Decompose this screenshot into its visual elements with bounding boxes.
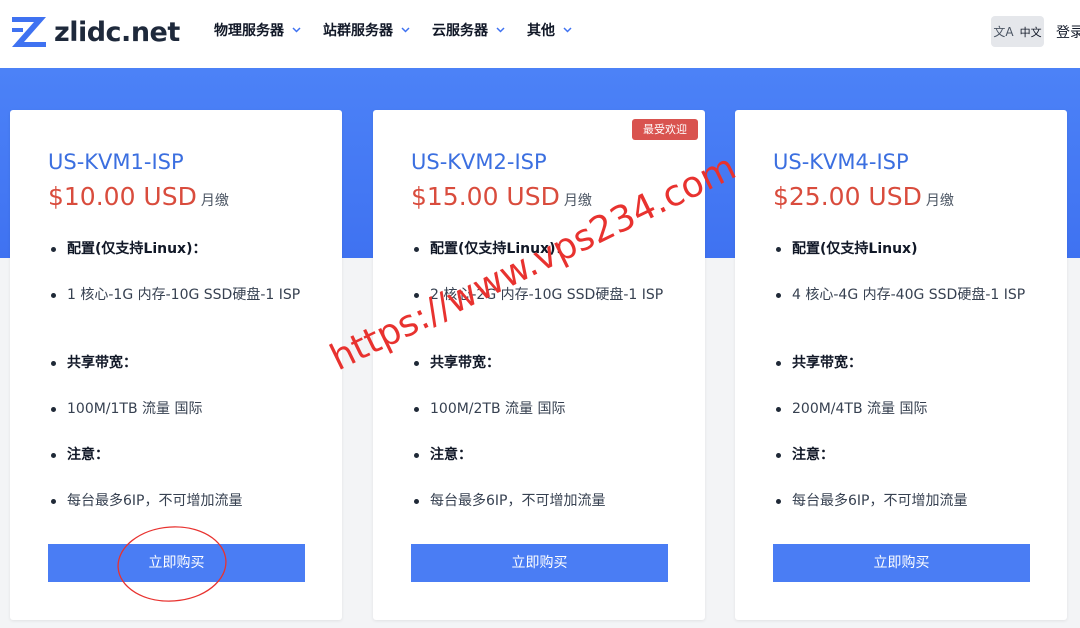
- plan-title: US-KVM1-ISP: [48, 150, 184, 174]
- plan-card-kvm1: US-KVM1-ISP $10.00 USD 月缴 配置(仅支持Linux)： 1…: [10, 110, 342, 620]
- plan-card-kvm2: 最受欢迎 US-KVM2-ISP $15.00 USD 月缴 配置(仅支持Linu…: [373, 110, 705, 620]
- top-navbar: zlidc.net 物理服务器 站群服务器 云服务器 其他 文A 中文 登录: [0, 0, 1080, 68]
- feature-item: 100M/1TB 流量 国际: [48, 398, 307, 421]
- feature-heading: 配置(仅支持Linux)：: [411, 238, 670, 261]
- buy-now-button[interactable]: 立即购买: [773, 544, 1030, 582]
- feature-item: 100M/2TB 流量 国际: [411, 398, 670, 421]
- price-amount: $15.00 USD: [411, 182, 560, 211]
- translate-icon: 文A: [993, 25, 1014, 39]
- login-link[interactable]: 登录: [1056, 22, 1080, 42]
- nav-other[interactable]: 其他: [527, 20, 572, 40]
- plan-price: $10.00 USD 月缴: [48, 182, 229, 211]
- feature-heading: 共享带宽：: [48, 352, 307, 375]
- feature-heading: 共享带宽：: [773, 352, 1032, 375]
- feature-item: 每台最多6IP，不可增加流量: [773, 490, 1032, 513]
- price-amount: $10.00 USD: [48, 182, 197, 211]
- popular-badge: 最受欢迎: [632, 119, 698, 140]
- main-nav: 物理服务器 站群服务器 云服务器 其他: [214, 20, 594, 40]
- buy-now-button[interactable]: 立即购买: [48, 544, 305, 582]
- plan-title: US-KVM2-ISP: [411, 150, 547, 174]
- buy-now-button[interactable]: 立即购买: [411, 544, 668, 582]
- feature-heading: 配置(仅支持Linux)：: [48, 238, 307, 261]
- price-period: 月缴: [925, 193, 954, 209]
- logo-text: zlidc.net: [54, 16, 180, 48]
- feature-heading: 共享带宽：: [411, 352, 670, 375]
- feature-item: 200M/4TB 流量 国际: [773, 398, 1032, 421]
- plan-price: $25.00 USD 月缴: [773, 182, 954, 211]
- plan-title: US-KVM4-ISP: [773, 150, 909, 174]
- feature-item: 每台最多6IP，不可增加流量: [411, 490, 670, 513]
- feature-heading: 配置(仅支持Linux): [773, 238, 1032, 261]
- feature-item: 1 核心-1G 内存-10G SSD硬盘-1 ISP: [48, 284, 307, 307]
- nav-label: 物理服务器: [214, 23, 284, 39]
- feature-item: 每台最多6IP，不可增加流量: [48, 490, 307, 513]
- nav-label: 站群服务器: [323, 23, 393, 39]
- language-switcher[interactable]: 文A 中文: [991, 16, 1044, 47]
- feature-heading: 注意：: [773, 444, 1032, 467]
- plan-card-kvm4: US-KVM4-ISP $25.00 USD 月缴 配置(仅支持Linux) 4 …: [735, 110, 1067, 620]
- chevron-down-icon: [292, 27, 301, 33]
- feature-item: 4 核心-4G 内存-40G SSD硬盘-1 ISP: [773, 284, 1032, 307]
- logo-z-icon: [12, 17, 46, 47]
- price-period: 月缴: [200, 193, 229, 209]
- plan-price: $15.00 USD 月缴: [411, 182, 592, 211]
- feature-item: 2 核心-2G 内存-10G SSD硬盘-1 ISP: [411, 284, 670, 307]
- price-period: 月缴: [563, 193, 592, 209]
- site-logo[interactable]: zlidc.net: [10, 12, 180, 52]
- nav-cloud-servers[interactable]: 云服务器: [432, 20, 505, 40]
- chevron-down-icon: [401, 27, 410, 33]
- chevron-down-icon: [563, 27, 572, 33]
- chevron-down-icon: [496, 27, 505, 33]
- nav-label: 云服务器: [432, 23, 488, 39]
- feature-heading: 注意：: [48, 444, 307, 467]
- nav-physical-servers[interactable]: 物理服务器: [214, 20, 301, 40]
- language-label: 中文: [1019, 25, 1042, 39]
- feature-heading: 注意：: [411, 444, 670, 467]
- price-amount: $25.00 USD: [773, 182, 922, 211]
- nav-cluster-servers[interactable]: 站群服务器: [323, 20, 410, 40]
- nav-label: 其他: [527, 23, 555, 39]
